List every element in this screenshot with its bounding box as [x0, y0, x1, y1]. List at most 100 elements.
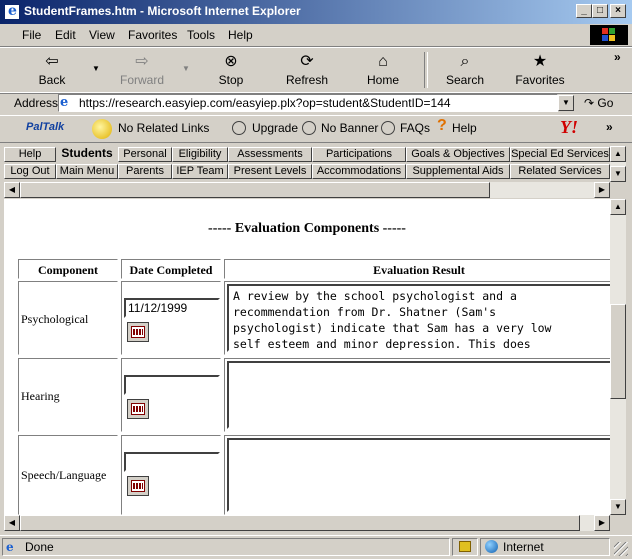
nav-scroll-thumb[interactable]: [20, 182, 490, 198]
toolbar-chevron[interactable]: »: [614, 50, 621, 64]
menu-favorites[interactable]: Favorites: [128, 28, 177, 42]
nav-supplemental-aids[interactable]: Supplemental Aids: [406, 164, 510, 179]
nav-log-out[interactable]: Log Out: [4, 164, 56, 179]
nav-scroll-right-button[interactable]: ▶: [594, 182, 610, 198]
result-cell: A review by the school psychologist and …: [224, 281, 610, 355]
refresh-button[interactable]: ⟳ Refresh: [277, 50, 337, 90]
column-header-component: Component: [18, 259, 118, 279]
search-button[interactable]: ⌕ Search: [435, 50, 495, 90]
window-title: StudentFrames.htm - Microsoft Internet E…: [24, 4, 301, 18]
nav-eligibility[interactable]: Eligibility: [172, 147, 228, 162]
nav-help[interactable]: Help: [4, 147, 56, 162]
table-row-label: Hearing: [18, 358, 118, 432]
address-input[interactable]: https://research.easyiep.com/easyiep.plx…: [58, 94, 558, 112]
content-scroll-thumb[interactable]: [610, 304, 626, 399]
menu-bar: File Edit View Favorites Tools Help: [0, 24, 632, 47]
evaluation-result-textarea[interactable]: [227, 438, 610, 512]
paltalk-link[interactable]: PalTalk: [26, 121, 64, 133]
address-dropdown[interactable]: ▼: [558, 95, 574, 111]
date-input[interactable]: [124, 452, 220, 472]
result-cell: [224, 358, 610, 432]
links-bar: PalTalk No Related Links Upgrade No Bann…: [0, 115, 632, 143]
evaluation-result-textarea[interactable]: [227, 361, 610, 429]
minimize-button[interactable]: _: [576, 4, 592, 18]
menu-file[interactable]: File: [22, 28, 41, 42]
toolbar-separator: [424, 52, 428, 88]
menu-edit[interactable]: Edit: [55, 28, 76, 42]
nav-personal[interactable]: Personal: [118, 147, 172, 162]
resize-grip[interactable]: [614, 542, 628, 556]
address-label: Address: [14, 96, 59, 110]
nav-assessments[interactable]: Assessments: [228, 147, 312, 162]
nav-participations[interactable]: Participations: [312, 147, 406, 162]
calendar-icon[interactable]: [127, 322, 149, 342]
no-banner-icon: [302, 121, 316, 135]
page-done-icon: e: [6, 540, 14, 554]
status-bar: e Done Internet: [0, 535, 632, 559]
page-heading: ----- Evaluation Components -----: [208, 221, 406, 236]
yahoo-logo-icon[interactable]: Y!: [560, 117, 578, 138]
title-bar: StudentFrames.htm - Microsoft Internet E…: [0, 0, 632, 24]
date-cell: [121, 435, 221, 515]
related-links-button[interactable]: No Related Links: [118, 121, 209, 135]
nav-scroll-down-button[interactable]: ▼: [610, 166, 626, 182]
nav-scroll-left-button[interactable]: ◀: [4, 182, 20, 198]
date-input[interactable]: [124, 375, 220, 395]
menu-view[interactable]: View: [89, 28, 115, 42]
nav-special-ed-services[interactable]: Special Ed Services: [510, 147, 610, 162]
upgrade-link[interactable]: Upgrade: [252, 121, 298, 135]
home-button[interactable]: ⌂ Home: [353, 50, 413, 90]
nav-goals-objectives[interactable]: Goals & Objectives: [406, 147, 510, 162]
close-button[interactable]: ×: [610, 4, 626, 18]
column-header-date: Date Completed: [121, 259, 221, 279]
menu-help[interactable]: Help: [228, 28, 253, 42]
page-icon: e: [60, 95, 69, 110]
content-scroll-thumb-h[interactable]: [20, 515, 580, 531]
nav-scroll-up-button[interactable]: ▲: [610, 146, 626, 162]
favorites-button[interactable]: ★ Favorites: [510, 50, 570, 90]
home-icon: ⌂: [378, 53, 388, 70]
nav-parents[interactable]: Parents: [118, 164, 172, 179]
help-link[interactable]: Help: [452, 121, 477, 135]
go-button[interactable]: ↷ Go: [584, 96, 613, 110]
nav-related-services[interactable]: Related Services: [510, 164, 610, 179]
evaluation-result-textarea[interactable]: A review by the school psychologist and …: [227, 284, 610, 352]
menu-tools[interactable]: Tools: [187, 28, 215, 42]
nav-horizontal-scrollbar[interactable]: ◀ ▶: [4, 182, 610, 198]
content-scroll-up-button[interactable]: ▲: [610, 199, 626, 215]
ie-logo-icon: [4, 3, 20, 20]
content-scroll-right-button[interactable]: ▶: [594, 515, 610, 531]
stop-button[interactable]: ⊗ Stop: [201, 50, 261, 90]
upgrade-icon: [232, 121, 246, 135]
nav-iep-team[interactable]: IEP Team: [172, 164, 228, 179]
faqs-icon: [381, 121, 395, 135]
content-scroll-left-button[interactable]: ◀: [4, 515, 20, 531]
date-input[interactable]: 11/12/1999: [124, 298, 220, 318]
content-horizontal-scrollbar[interactable]: ◀ ▶: [4, 515, 610, 531]
calendar-icon[interactable]: [127, 399, 149, 419]
lock-icon: [459, 541, 471, 552]
table-row-label: Speech/Language: [18, 435, 118, 515]
nav-accommodations[interactable]: Accommodations: [312, 164, 406, 179]
ssl-lock-pane: [452, 538, 478, 556]
nav-students[interactable]: Students: [56, 147, 118, 162]
content-scroll-down-button[interactable]: ▼: [610, 499, 626, 515]
links-chevron[interactable]: »: [606, 120, 613, 134]
maximize-button[interactable]: □: [592, 4, 608, 18]
nav-main-menu[interactable]: Main Menu: [56, 164, 118, 179]
faqs-link[interactable]: FAQs: [400, 121, 430, 135]
date-cell: [121, 358, 221, 432]
no-banner-link[interactable]: No Banner: [321, 121, 378, 135]
forward-button[interactable]: ⇨ Forward: [112, 50, 172, 90]
search-icon: ⌕: [460, 53, 470, 70]
forward-dropdown[interactable]: ▼: [178, 62, 194, 78]
content-frame: ----- Evaluation Components ----- Compon…: [4, 199, 610, 515]
back-dropdown[interactable]: ▼: [88, 62, 104, 78]
calendar-icon[interactable]: [127, 476, 149, 496]
content-vertical-scrollbar[interactable]: ▲ ▼: [610, 199, 626, 515]
back-button[interactable]: ⇦ Back: [22, 50, 82, 90]
nav-vertical-scrollbar[interactable]: ▲ ▼: [610, 146, 626, 182]
nav-present-levels[interactable]: Present Levels: [228, 164, 312, 179]
forward-arrow-icon: ⇨: [135, 53, 149, 70]
column-header-result: Evaluation Result: [224, 259, 610, 279]
